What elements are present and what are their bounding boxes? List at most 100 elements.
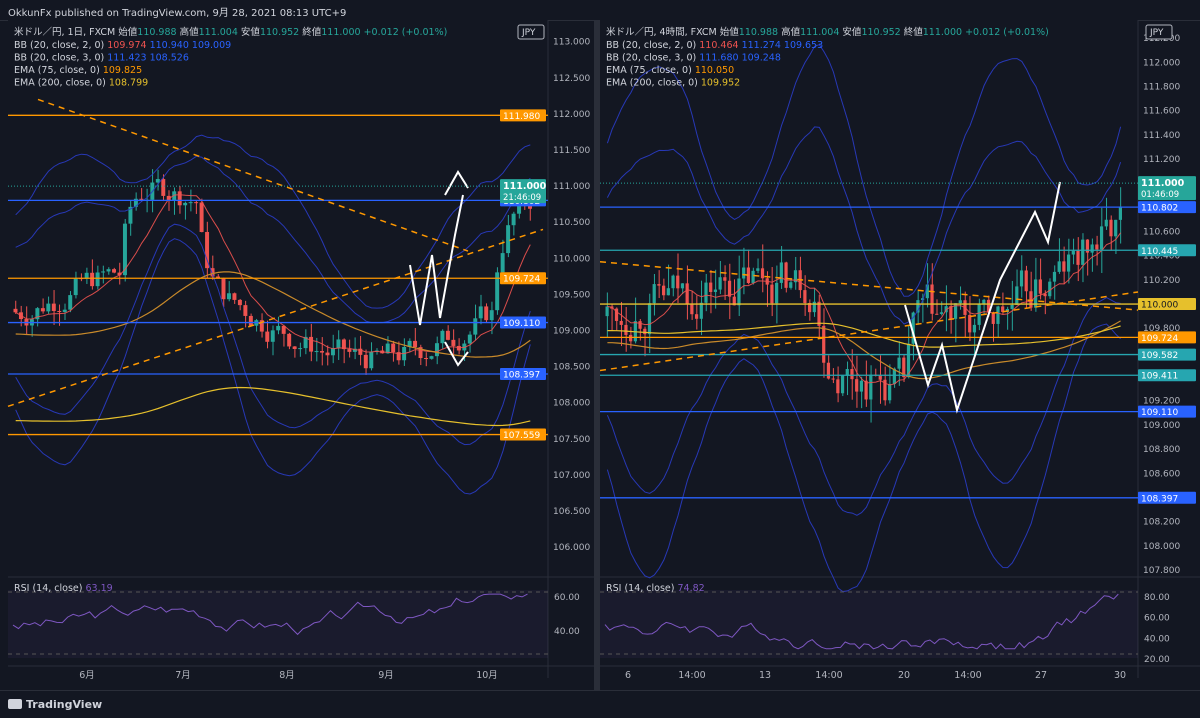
indicator-name: BB (20, close, 3, 0) <box>606 53 699 64</box>
indicator-value: 110.050 <box>695 65 734 76</box>
candle-body <box>638 321 642 329</box>
indicator-value: 109.009 <box>189 40 231 51</box>
chart-canvas[interactable]: 113.000 112.500 112.000 111.500 111.000 110.5… <box>0 0 1200 717</box>
chart-title-legend: 米ドル／円, 4時間, FXCM 始値110.988 高値111.004 安値1… <box>606 26 1049 38</box>
candle-body <box>671 275 675 289</box>
rsi-band <box>600 590 1138 658</box>
candle-body <box>46 303 51 312</box>
candle-body <box>1104 219 1108 227</box>
candle-body <box>680 283 685 289</box>
candle-body <box>629 334 633 342</box>
candle-body <box>690 304 694 315</box>
candle-body <box>643 328 647 335</box>
candle-body <box>888 383 892 401</box>
price-line-label: 110.000 <box>1141 301 1178 311</box>
candle-body <box>298 348 303 350</box>
y-tick-label: 111.400 <box>1143 131 1180 141</box>
candle-body <box>445 330 450 340</box>
rsi-tick-label: 20.00 <box>1144 655 1170 665</box>
x-tick-label: 30 <box>1114 670 1126 681</box>
candle-body <box>248 315 253 326</box>
x-tick-label: 20 <box>898 670 910 681</box>
legend-part: 111.004 <box>199 27 241 38</box>
candle-body <box>935 313 939 315</box>
candle-body <box>139 198 144 200</box>
candle-body <box>836 379 840 394</box>
indicator-value: 111.274 <box>739 40 781 51</box>
current-price-label: 111.000 <box>1141 178 1185 189</box>
y-tick-label: 108.200 <box>1143 518 1180 528</box>
candle-body <box>812 301 816 313</box>
candle-body <box>756 268 760 271</box>
candle-body <box>112 269 116 273</box>
y-tick-label: 111.800 <box>1143 82 1180 92</box>
candle-body <box>968 314 972 333</box>
x-tick-label: 8月 <box>279 670 295 681</box>
x-tick-label: 27 <box>1035 670 1047 681</box>
price-line-label: 108.397 <box>503 371 540 381</box>
y-tick-label: 113.000 <box>553 38 590 48</box>
candle-body <box>314 351 319 353</box>
main-pane-bg <box>600 20 1138 576</box>
candle-body <box>694 314 699 319</box>
candle-body <box>930 284 934 314</box>
candle-body <box>40 308 45 312</box>
indicator-name: BB (20, close, 2, 0) <box>14 40 107 51</box>
candle-body <box>605 306 609 317</box>
candle-body <box>292 346 297 349</box>
chart-title-legend: 米ドル／円, 1日, FXCM 始値110.988 高値111.004 安値11… <box>14 26 447 38</box>
candle-body <box>506 225 511 254</box>
indicator-value: 109.248 <box>739 53 781 64</box>
rsi-tick-label: 40.00 <box>1144 634 1170 644</box>
legend-part: 111.000 <box>321 27 363 38</box>
candle-body <box>473 318 478 335</box>
candle-body <box>161 179 166 196</box>
candle-body <box>982 299 986 304</box>
indicator-value: 109.653 <box>781 40 823 51</box>
candle-body <box>1024 270 1028 292</box>
candle-body <box>489 310 494 321</box>
y-tick-label: 110.200 <box>1143 276 1180 286</box>
candle-body <box>1118 206 1122 220</box>
x-tick-label: 13 <box>759 670 771 681</box>
candle-body <box>243 305 248 316</box>
y-tick-label: 107.500 <box>553 435 590 445</box>
rsi-value: 74.82 <box>677 583 704 594</box>
legend-part: 111.004 <box>800 27 842 38</box>
indicator-legend: EMA (75, close, 0) 110.050 <box>606 65 734 76</box>
y-tick-label: 110.000 <box>553 254 590 264</box>
y-tick-label: 111.200 <box>1143 155 1180 165</box>
current-price-label: 111.000 <box>503 181 547 192</box>
legend-part: 高値 <box>180 26 200 38</box>
indicator-value: 110.464 <box>699 40 738 51</box>
candle-body <box>775 282 779 304</box>
legend-part: 始値 <box>720 26 740 38</box>
y-tick-label: 106.000 <box>553 543 590 553</box>
legend-part: 110.952 <box>861 27 903 38</box>
candle-body <box>265 331 270 342</box>
candle-body <box>647 303 652 335</box>
legend-part: +0.012 (+0.01%) <box>965 27 1049 38</box>
legend-part: 111.000 <box>923 27 965 38</box>
candle-body <box>309 336 314 352</box>
y-tick-label: 109.000 <box>553 326 590 336</box>
indicator-value: 109.952 <box>701 78 740 89</box>
candle-body <box>897 357 901 369</box>
legend-part: 安値 <box>842 26 862 38</box>
candle-body <box>718 277 722 290</box>
price-line-label: 107.559 <box>503 431 540 441</box>
candle-body <box>226 293 231 300</box>
y-tick-label: 107.000 <box>553 471 590 481</box>
price-line-label: 109.110 <box>1141 408 1178 418</box>
candle-body <box>1095 244 1099 250</box>
tradingview-logo[interactable]: TradingView <box>8 698 102 711</box>
indicator-legend: BB (20, close, 3, 0) 111.423 108.526 <box>14 53 189 64</box>
indicator-legend: EMA (200, close, 0) 108.799 <box>14 78 148 89</box>
indicator-legend: BB (20, close, 2, 0) 110.464 111.274 109… <box>606 40 823 51</box>
y-tick-label: 109.000 <box>1143 421 1180 431</box>
candle-body <box>199 202 204 232</box>
candle-body <box>742 267 746 279</box>
candle-body <box>232 293 237 300</box>
rsi-band <box>8 590 548 658</box>
candle-body <box>1010 305 1014 309</box>
